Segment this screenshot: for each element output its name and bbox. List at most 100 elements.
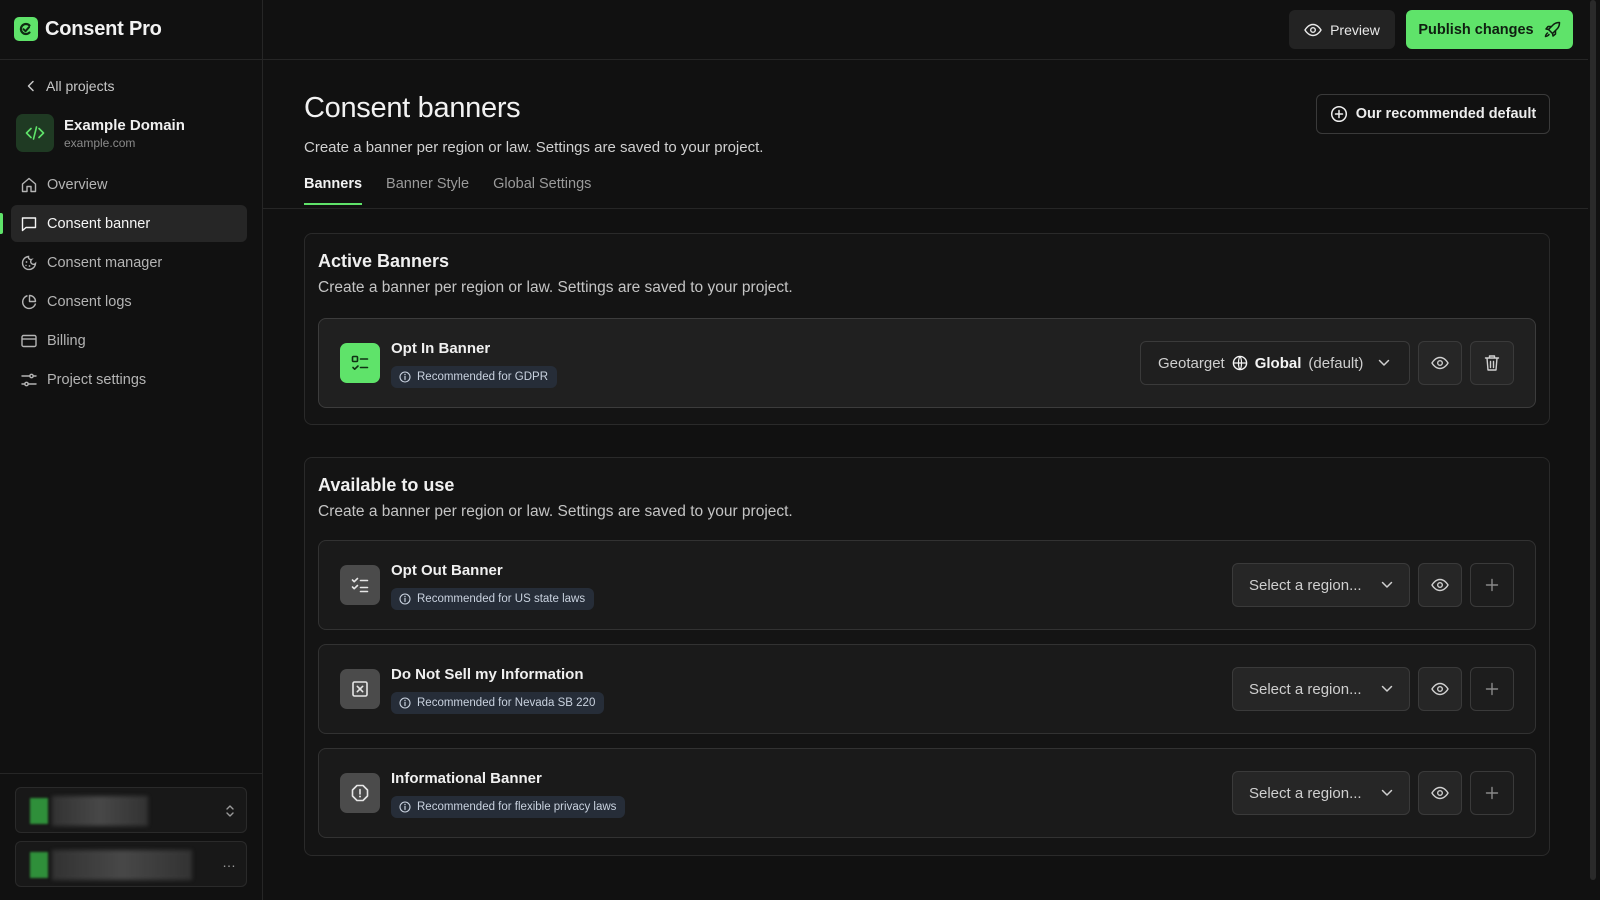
user-menu[interactable]: … <box>15 841 247 887</box>
sliders-icon <box>20 371 38 389</box>
trash-icon <box>1484 354 1500 372</box>
project-name: Example Domain <box>64 116 185 134</box>
plus-icon <box>1485 578 1499 592</box>
geotarget-label: Geotarget <box>1158 354 1225 372</box>
sidebar-item-overview[interactable]: Overview <box>11 166 247 203</box>
recommendation-badge: Recommended for Nevada SB 220 <box>391 692 605 714</box>
organization-switcher[interactable] <box>15 787 247 833</box>
badge-label: Recommended for Nevada SB 220 <box>417 697 596 709</box>
all-projects-link[interactable]: All projects <box>26 78 114 94</box>
available-banners-section: Available to use Create a banner per reg… <box>304 457 1550 856</box>
info-icon <box>399 801 411 813</box>
region-placeholder: Select a region... <box>1249 784 1362 802</box>
app-name: Consent Pro <box>45 17 162 40</box>
add-banner-button[interactable] <box>1470 771 1514 815</box>
project-switcher[interactable]: Example Domain example.com <box>16 114 185 152</box>
message-square-icon <box>20 215 38 233</box>
banner-name: Do Not Sell my Information <box>391 666 584 683</box>
recommended-default-button[interactable]: Our recommended default <box>1316 94 1550 134</box>
preview-label: Preview <box>1330 21 1380 38</box>
sidebar-item-label: Consent manager <box>47 254 163 271</box>
active-banners-section: Active Banners Create a banner per regio… <box>304 233 1550 425</box>
all-projects-label: All projects <box>46 78 115 94</box>
sidebar-footer-divider <box>0 773 263 774</box>
info-icon <box>399 371 411 383</box>
alert-octagon-icon <box>340 773 380 813</box>
publish-changes-button[interactable]: Publish changes <box>1406 10 1573 49</box>
eye-icon <box>1431 786 1449 800</box>
banner-card-opt-out: Opt Out Banner Recommended for US state … <box>318 540 1536 630</box>
globe-icon <box>1232 355 1248 371</box>
chevron-down-icon <box>1381 789 1393 797</box>
info-icon <box>399 593 411 605</box>
banner-name: Opt In Banner <box>391 340 491 357</box>
brand[interactable]: Consent Pro <box>14 17 162 41</box>
page-subtitle: Create a banner per region or law. Setti… <box>304 139 764 156</box>
section-subtitle: Create a banner per region or law. Setti… <box>318 279 793 296</box>
eye-icon <box>1431 578 1449 592</box>
region-select[interactable]: Select a region... <box>1232 667 1410 711</box>
avatar <box>30 798 48 824</box>
region-placeholder: Select a region... <box>1249 576 1362 594</box>
topbar-divider <box>263 59 1588 60</box>
geotarget-value: Global <box>1254 354 1302 372</box>
add-banner-button[interactable] <box>1470 563 1514 607</box>
badge-label: Recommended for flexible privacy laws <box>417 801 617 813</box>
sidebar-item-consent-manager[interactable]: Consent manager <box>11 244 247 281</box>
tabs-divider <box>263 208 1588 209</box>
chevron-down-icon <box>1381 581 1393 589</box>
chevron-down-icon <box>1378 359 1390 367</box>
banner-card-do-not-sell: Do Not Sell my Information Recommended f… <box>318 644 1536 734</box>
region-placeholder: Select a region... <box>1249 680 1362 698</box>
geotarget-select[interactable]: Geotarget Global (default) <box>1140 341 1410 385</box>
banner-card-opt-in: Opt In Banner Recommended for GDPR Geota… <box>318 318 1536 408</box>
delete-banner-button[interactable] <box>1470 341 1514 385</box>
add-banner-button[interactable] <box>1470 667 1514 711</box>
sidebar-item-label: Consent logs <box>47 293 132 310</box>
sidebar-item-consent-logs[interactable]: Consent logs <box>11 283 247 320</box>
sidebar-item-billing[interactable]: Billing <box>11 322 247 359</box>
section-subtitle: Create a banner per region or law. Setti… <box>318 503 793 520</box>
section-title: Available to use <box>318 475 455 495</box>
x-square-icon <box>340 669 380 709</box>
tab-global-settings[interactable]: Global Settings <box>493 176 591 205</box>
list-check-icon <box>340 565 380 605</box>
eye-icon <box>1304 23 1322 37</box>
geotarget-suffix: (default) <box>1308 354 1364 372</box>
sidebar-nav: Overview Consent banner Consent manager … <box>0 166 247 400</box>
region-select[interactable]: Select a region... <box>1232 771 1410 815</box>
sidebar-item-label: Consent banner <box>47 215 151 232</box>
code-icon <box>16 114 54 152</box>
preview-banner-button[interactable] <box>1418 771 1462 815</box>
tab-banners[interactable]: Banners <box>304 176 363 205</box>
recommendation-badge: Recommended for US state laws <box>391 588 595 610</box>
sidebar-item-consent-banner[interactable]: Consent banner <box>0 205 247 242</box>
preview-banner-button[interactable] <box>1418 667 1462 711</box>
region-select[interactable]: Select a region... <box>1232 563 1410 607</box>
recommended-default-label: Our recommended default <box>1355 106 1537 122</box>
sidebar: Consent Pro All projects Example Domain … <box>0 0 263 900</box>
sidebar-item-label: Project settings <box>47 371 147 388</box>
sidebar-item-project-settings[interactable]: Project settings <box>11 361 247 398</box>
plus-circle-icon <box>1330 105 1348 123</box>
chevron-left-icon <box>26 80 36 92</box>
info-icon <box>399 697 411 709</box>
eye-icon <box>1431 356 1449 370</box>
chevron-down-icon <box>1381 685 1393 693</box>
tab-banner-style[interactable]: Banner Style <box>386 176 469 205</box>
rocket-icon <box>1543 21 1561 39</box>
preview-banner-button[interactable] <box>1418 341 1462 385</box>
consent-pro-logo-icon <box>14 17 38 41</box>
plus-icon <box>1485 786 1499 800</box>
sidebar-item-label: Overview <box>47 176 108 193</box>
preview-banner-button[interactable] <box>1418 563 1462 607</box>
recommendation-badge: Recommended for flexible privacy laws <box>391 796 626 818</box>
banner-card-informational: Informational Banner Recommended for fle… <box>318 748 1536 838</box>
preview-button[interactable]: Preview <box>1289 10 1395 49</box>
list-check-icon <box>340 343 380 383</box>
scrollbar[interactable] <box>1590 0 1596 880</box>
more-options-icon[interactable]: … <box>222 854 236 870</box>
user-avatar <box>30 852 48 878</box>
publish-label: Publish changes <box>1418 21 1534 38</box>
redacted-user-name <box>52 850 192 880</box>
